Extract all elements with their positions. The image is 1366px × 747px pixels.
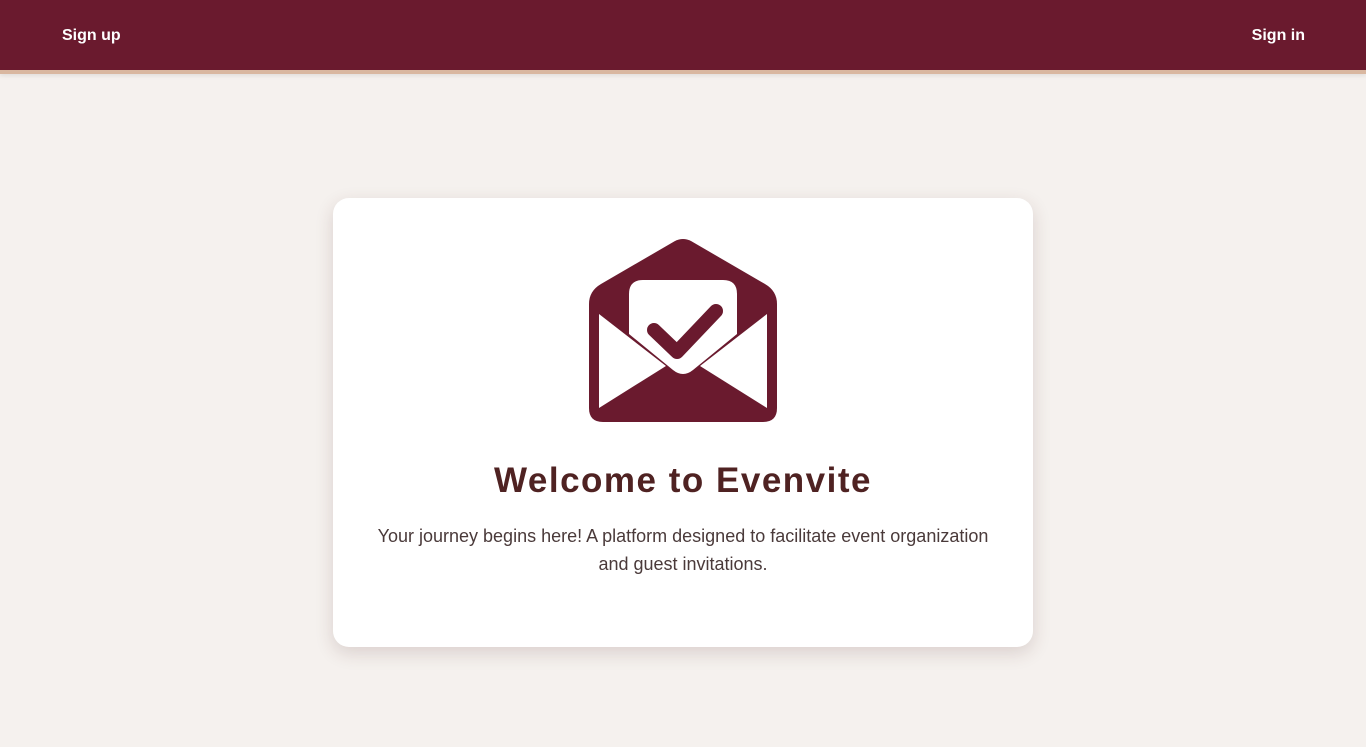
envelope-check-icon [589, 239, 777, 422]
welcome-title: Welcome to Evenvite [494, 461, 872, 500]
welcome-card: Welcome to Evenvite Your journey begins … [333, 198, 1033, 647]
welcome-description: Your journey begins here! A platform des… [377, 526, 989, 574]
top-navigation-bar: Sign up Sign in [0, 0, 1366, 74]
sign-up-link[interactable]: Sign up [62, 26, 121, 46]
sign-in-link[interactable]: Sign in [1252, 26, 1305, 46]
